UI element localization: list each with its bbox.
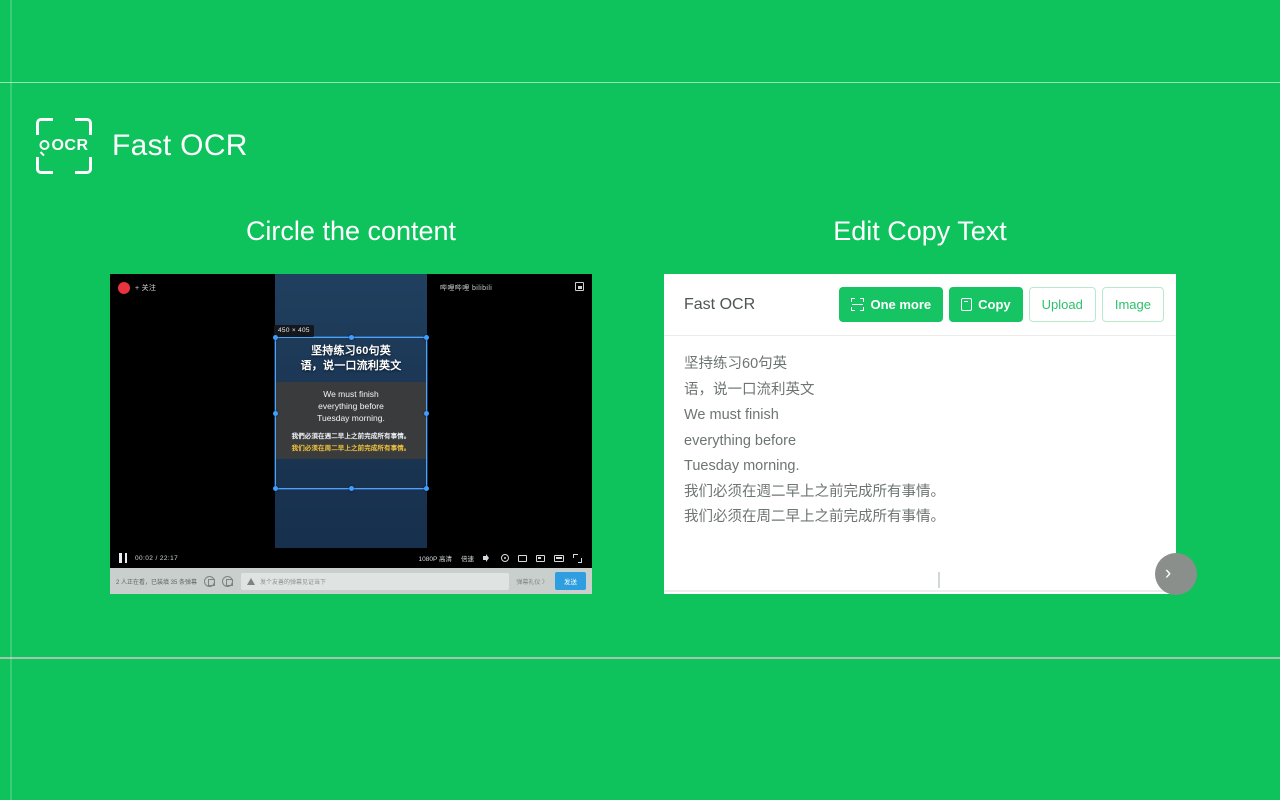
ocr-text-line: 语，说一口流利英文 [684, 381, 815, 398]
upload-button[interactable]: Upload [1028, 287, 1096, 322]
ocr-text-line: 我们必须在周二早上之前完成所有事情。 [684, 509, 945, 525]
follow-button[interactable]: + 关注 [135, 283, 156, 293]
danmaku-toggle-icon[interactable] [222, 575, 234, 587]
ocr-text-line: We must finish [684, 407, 779, 423]
ocr-card-bottom-border [664, 590, 1176, 592]
resize-handle-w[interactable] [273, 410, 278, 416]
ocr-toolbar: One more Copy Upload Image [839, 287, 1164, 322]
screenshot-icon[interactable] [518, 554, 527, 562]
clipboard-icon [961, 298, 973, 311]
copy-label: Copy [978, 297, 1011, 312]
video-timestamp: 00:02 / 22:17 [135, 554, 179, 562]
selection-rectangle[interactable]: 450 × 405 [273, 325, 429, 491]
copy-button[interactable]: Copy [949, 287, 1023, 322]
scan-frame-icon [851, 298, 865, 311]
pause-icon[interactable] [119, 553, 127, 563]
ocr-result-card[interactable]: Fast OCR One more Copy Upload Image 坚持练习… [664, 274, 1176, 594]
speed-selector[interactable]: 倍速 [461, 553, 474, 563]
ocr-header: Fast OCR One more Copy Upload Image [664, 274, 1176, 336]
resize-handle-ne[interactable] [424, 335, 429, 340]
resize-handle-sw[interactable] [273, 486, 278, 491]
picture-in-picture-icon[interactable] [575, 282, 584, 291]
warning-icon [247, 577, 256, 585]
danmaku-status: 2 人正在看，已装填 35 条弹幕 [116, 579, 198, 586]
site-logo: 哔哩哔哩 bilibili [440, 285, 493, 292]
ocr-text-line: 坚持练习60句英 [684, 356, 788, 372]
danmaku-settings-icon[interactable] [204, 575, 216, 587]
video-control-bar[interactable]: 00:02 / 22:17 1080P 高清 倍速 [110, 548, 592, 568]
text-cursor [938, 572, 940, 588]
next-slide-button[interactable]: › [1155, 553, 1197, 595]
heading-circle-the-content: Circle the content [245, 216, 457, 246]
upload-label: Upload [1041, 297, 1083, 312]
danmaku-input[interactable]: 发个友善的弹幕见证当下 [241, 572, 510, 590]
ocr-text-area[interactable]: 坚持练习60句英 语，说一口流利英文 We must finish everyt… [664, 336, 1176, 531]
fullscreen-icon[interactable] [573, 553, 582, 563]
resize-handle-e[interactable] [424, 410, 429, 416]
danmaku-bar[interactable]: 2 人正在看，已装填 35 条弹幕 发个友善的弹幕见证当下 弹幕礼仪 〉 发送 [110, 568, 592, 594]
ocr-scan-frame-icon: OCR [36, 118, 92, 174]
magnifier-icon [39, 140, 51, 157]
volume-icon[interactable] [483, 554, 492, 563]
danmaku-etiquette-link[interactable]: 弹幕礼仪 〉 [516, 577, 548, 586]
brand-name: Fast OCR [112, 129, 248, 162]
resize-handle-n[interactable] [348, 335, 354, 340]
ocr-panel-title: Fast OCR [684, 295, 756, 313]
quality-selector[interactable]: 1080P 高清 [419, 553, 452, 563]
chevron-right-icon: › [1164, 563, 1172, 584]
web-fullscreen-icon[interactable] [554, 554, 564, 562]
one-more-label: One more [870, 297, 932, 312]
wide-screen-icon[interactable] [536, 554, 545, 562]
left-divider [10, 0, 12, 800]
resize-handle-se[interactable] [424, 486, 429, 491]
brand-header: OCR Fast OCR [36, 118, 248, 174]
top-divider [0, 82, 1280, 83]
image-button[interactable]: Image [1101, 287, 1164, 322]
ocr-text-line: 我们必须在週二早上之前完成所有事情。 [684, 483, 945, 500]
one-more-button[interactable]: One more [839, 287, 944, 322]
danmaku-placeholder: 发个友善的弹幕见证当下 [260, 579, 327, 586]
ocr-text-line: everything before [684, 432, 797, 449]
selection-dimensions-label: 450 × 405 [274, 325, 314, 337]
ocr-text-line: Tuesday morning. [684, 458, 800, 474]
image-label: Image [1114, 297, 1151, 312]
resize-handle-nw[interactable] [273, 335, 278, 340]
uploader-avatar[interactable] [118, 282, 130, 294]
heading-edit-copy-text: Edit Copy Text [833, 216, 1007, 246]
bottom-divider [0, 657, 1280, 659]
video-top-bar: + 关注 哔哩哔哩 bilibili [110, 274, 592, 302]
logo-text: OCR [51, 137, 89, 154]
gear-icon[interactable] [501, 554, 509, 562]
send-button[interactable]: 发送 [555, 572, 586, 590]
resize-handle-s[interactable] [348, 486, 354, 491]
